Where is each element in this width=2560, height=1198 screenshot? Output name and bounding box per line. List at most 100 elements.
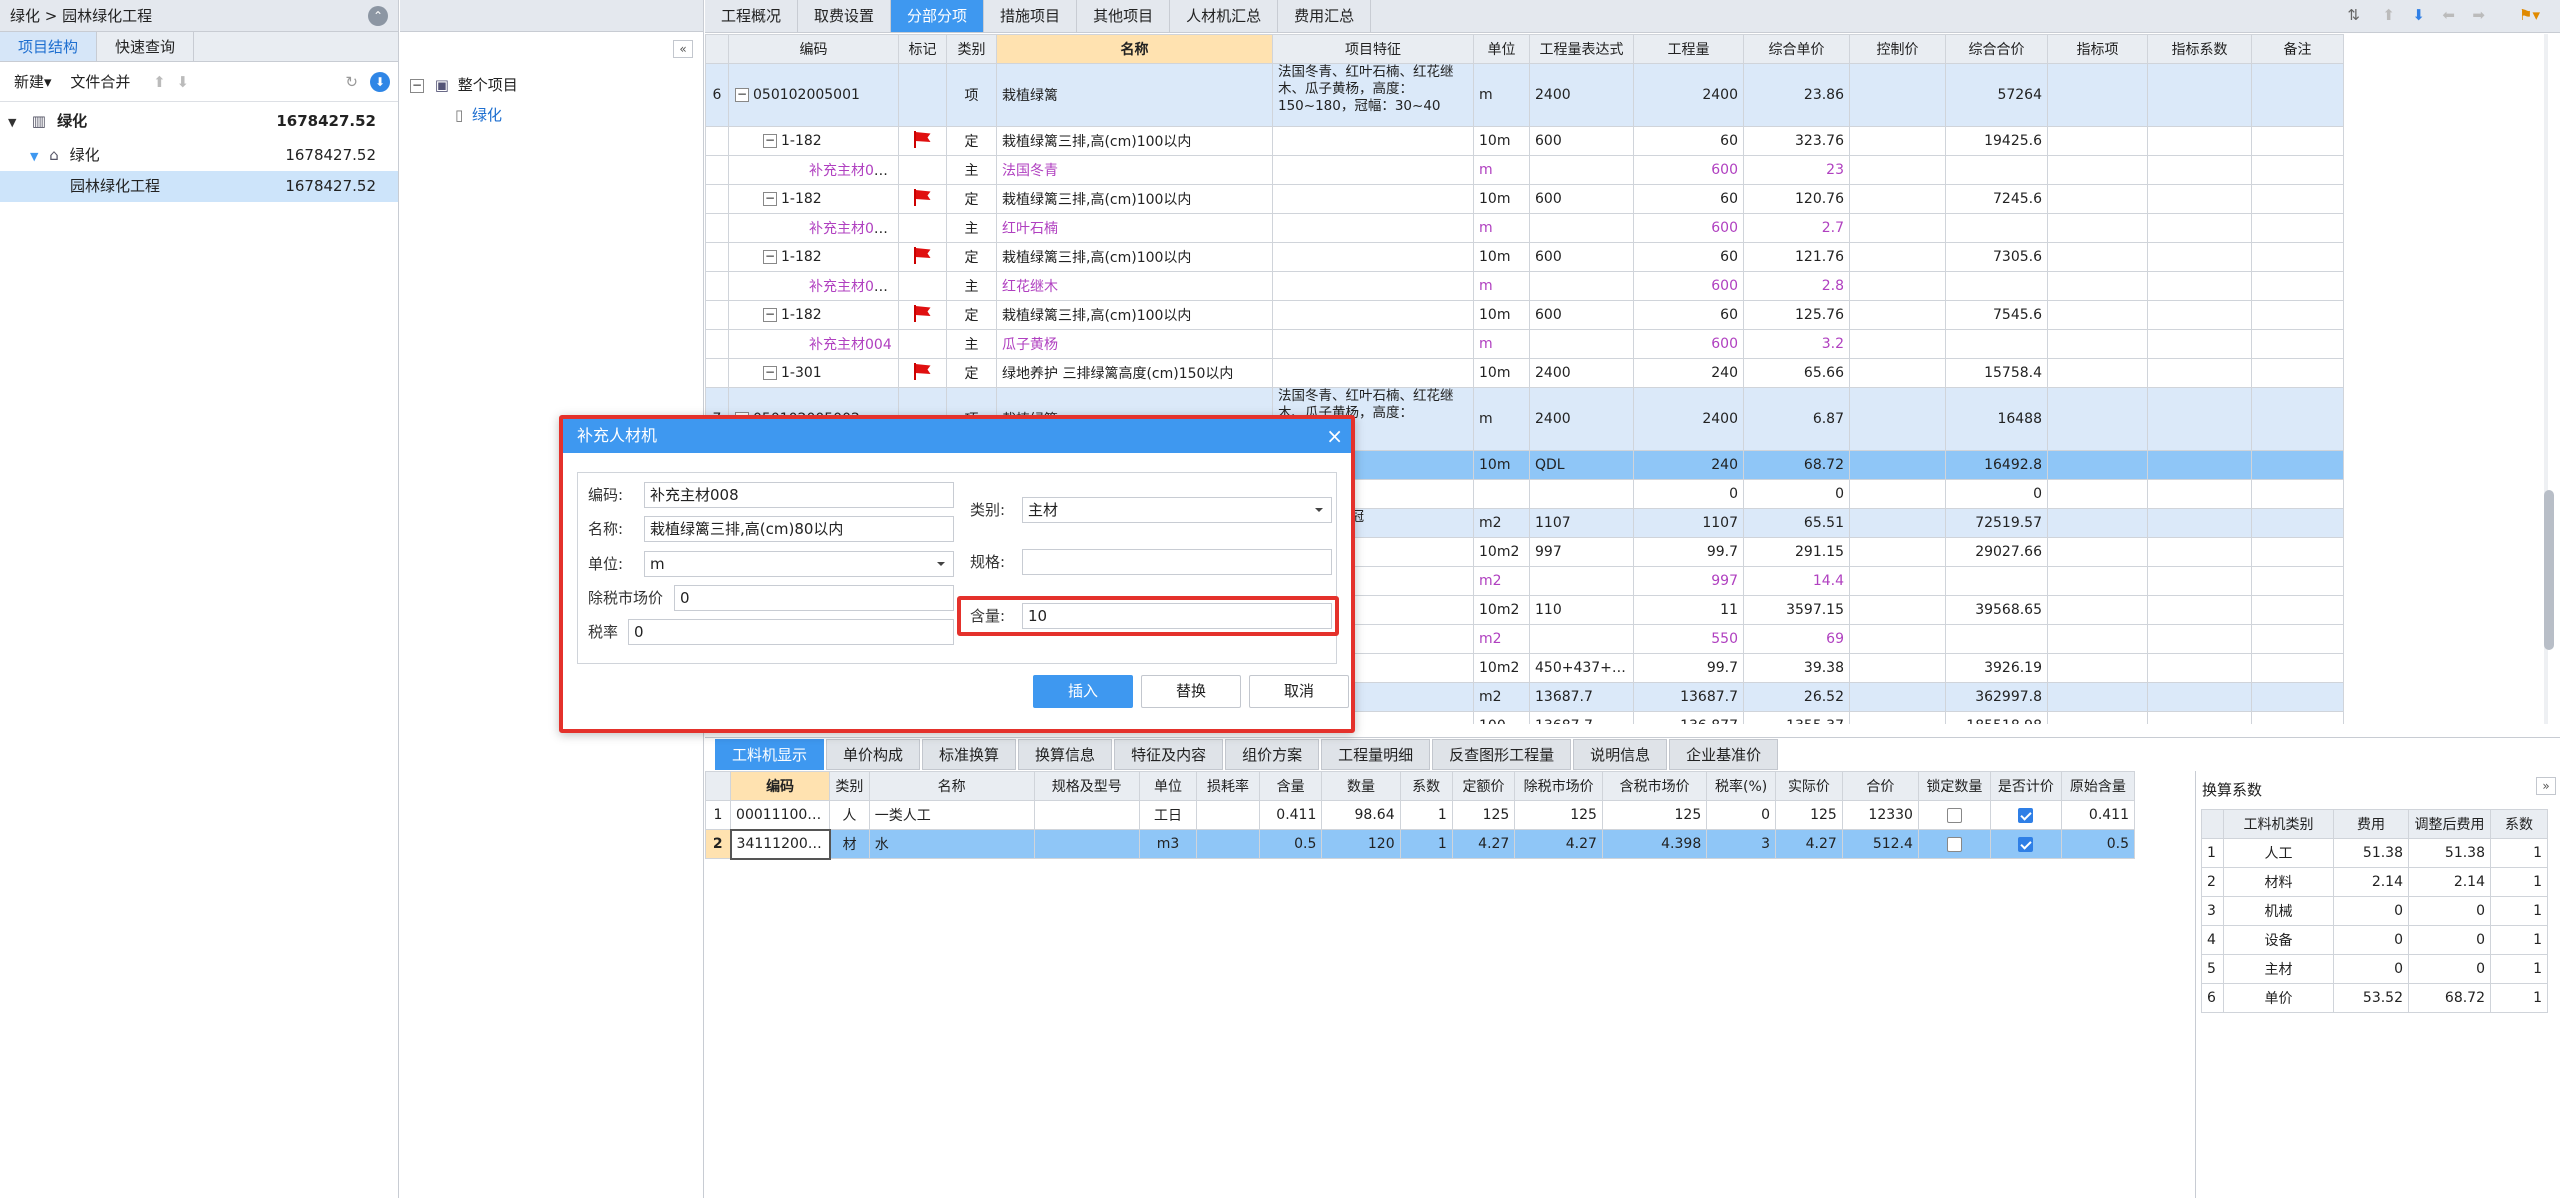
cell-indicator[interactable] bbox=[2047, 595, 2148, 625]
cell-unit[interactable]: m bbox=[1473, 387, 1530, 451]
cell-indicator[interactable] bbox=[2047, 508, 2148, 538]
cell-control-price[interactable] bbox=[1849, 566, 1946, 596]
cell-quantity[interactable]: 997 bbox=[1633, 566, 1744, 596]
bottom-col-tax-rate[interactable]: 税率(%) bbox=[1706, 771, 1777, 801]
cell-code[interactable]: −1-182 bbox=[728, 184, 899, 214]
cell-expression[interactable]: 600 bbox=[1529, 184, 1634, 214]
bottom-col-spec[interactable]: 规格及型号 bbox=[1033, 771, 1140, 801]
cell-indicator[interactable] bbox=[2047, 624, 2148, 654]
tab-labor-material-display[interactable]: 工料机显示 bbox=[715, 739, 825, 770]
replace-button[interactable]: 替换 bbox=[1141, 675, 1241, 708]
tab-fee-summary[interactable]: 费用汇总 bbox=[1278, 0, 1372, 32]
cell-expression[interactable]: 450+437+110 bbox=[1529, 653, 1634, 683]
cell-mark[interactable] bbox=[898, 329, 947, 359]
conv-cell-coef[interactable]: 1 bbox=[2490, 838, 2548, 868]
cell-ex-tax-price[interactable]: 4.27 bbox=[1514, 829, 1603, 859]
cell-code[interactable]: −1-182 bbox=[728, 126, 899, 156]
table-row[interactable]: 4 设备 0 0 1 bbox=[2201, 925, 2548, 955]
cell-unit[interactable]: m bbox=[1473, 271, 1530, 301]
cell-indicator[interactable] bbox=[2047, 300, 2148, 330]
cell-indicator-coef[interactable] bbox=[2147, 329, 2252, 359]
col-quantity[interactable]: 工程量 bbox=[1633, 34, 1744, 64]
cell-feature[interactable] bbox=[1272, 329, 1474, 359]
cell-lock-qty[interactable] bbox=[1917, 800, 1991, 830]
row-number[interactable] bbox=[705, 271, 729, 301]
cell-indicator-coef[interactable] bbox=[2147, 300, 2252, 330]
bottom-col-is-priced[interactable]: 是否计价 bbox=[1989, 771, 2062, 801]
arrow-down-icon[interactable]: ⬇ bbox=[176, 73, 189, 91]
filter-icon[interactable]: ⚑▾ bbox=[2519, 6, 2540, 24]
cell-actual-price[interactable]: 125 bbox=[1775, 800, 1843, 830]
cell-inc-tax-price[interactable]: 4.398 bbox=[1601, 829, 1708, 859]
cell-quantity[interactable]: 99.7 bbox=[1633, 653, 1744, 683]
bottom-col-base-price[interactable]: 定额价 bbox=[1451, 771, 1516, 801]
cell-unit-price[interactable]: 26.52 bbox=[1743, 682, 1850, 712]
conv-cell-coef[interactable]: 1 bbox=[2490, 896, 2548, 926]
cell-unit-price[interactable]: 121.76 bbox=[1743, 242, 1850, 272]
table-row[interactable]: 1 0001110001 人一类人工 工日 0.411 98.64 1 125 125 125 0 1… bbox=[704, 800, 2136, 830]
cell-remark[interactable] bbox=[2251, 300, 2344, 330]
cell-type[interactable]: 定 bbox=[946, 358, 997, 388]
col-code[interactable]: 编码 bbox=[728, 34, 899, 64]
bottom-col-coef[interactable]: 系数 bbox=[1399, 771, 1453, 801]
cell-expression[interactable]: 600 bbox=[1529, 300, 1634, 330]
cell-is-priced[interactable] bbox=[1989, 800, 2062, 830]
cell-feature[interactable] bbox=[1272, 242, 1474, 272]
row-number[interactable] bbox=[705, 329, 729, 359]
cell-total[interactable]: 39568.65 bbox=[1945, 595, 2048, 625]
move-right-icon[interactable]: ➡ bbox=[2472, 6, 2485, 24]
cell-mark[interactable] bbox=[898, 213, 947, 243]
cell-unit[interactable]: 10m bbox=[1473, 184, 1530, 214]
cell-remark[interactable] bbox=[2251, 624, 2344, 654]
cell-indicator[interactable] bbox=[2047, 329, 2148, 359]
cell-base-price[interactable]: 125 bbox=[1451, 800, 1516, 830]
cell-control-price[interactable] bbox=[1849, 213, 1946, 243]
cell-unit[interactable]: 10m bbox=[1473, 300, 1530, 330]
cell-control-price[interactable] bbox=[1849, 450, 1946, 480]
cell-unit-price[interactable]: 6.87 bbox=[1743, 387, 1850, 451]
cell-indicator-coef[interactable] bbox=[2147, 711, 2252, 724]
collapse-toggle-icon[interactable]: − bbox=[763, 192, 777, 206]
cell-quantity[interactable]: 99.7 bbox=[1633, 537, 1744, 567]
table-row[interactable]: −1-182 定栽植绿篱三排,高(cm)100以内 10m 600 60 125.76 75… bbox=[705, 300, 2344, 330]
cell-expression[interactable]: 600 bbox=[1529, 242, 1634, 272]
table-row[interactable]: −1-182 定栽植绿篱三排,高(cm)100以内 10m 600 60 323.76 19… bbox=[705, 126, 2344, 156]
row-number[interactable] bbox=[705, 126, 729, 156]
cell-indicator[interactable] bbox=[2047, 450, 2148, 480]
cell-remark[interactable] bbox=[2251, 711, 2344, 724]
cell-unit-price[interactable]: 3597.15 bbox=[1743, 595, 1850, 625]
tab-enterprise-price[interactable]: 企业基准价 bbox=[1669, 739, 1779, 770]
cell-quantity[interactable]: 600 bbox=[1633, 271, 1744, 301]
table-row[interactable]: −1-182 定栽植绿篱三排,高(cm)100以内 10m 600 60 120.76 72… bbox=[705, 184, 2344, 214]
cell-expression[interactable]: 2400 bbox=[1529, 387, 1634, 451]
cell-name[interactable]: 绿地养护 三排绿篱高度(cm)150以内 bbox=[996, 358, 1273, 388]
cell-remark[interactable] bbox=[2251, 126, 2344, 156]
cell-indicator-coef[interactable] bbox=[2147, 450, 2252, 480]
cell-control-price[interactable] bbox=[1849, 329, 1946, 359]
cell-type[interactable]: 主 bbox=[946, 213, 997, 243]
cell-expression[interactable]: 110 bbox=[1529, 595, 1634, 625]
price-input[interactable]: 0 bbox=[674, 585, 954, 611]
collapse-toggle-icon[interactable]: − bbox=[763, 366, 777, 380]
cell-remark[interactable] bbox=[2251, 508, 2344, 538]
conv-cell-coef[interactable]: 1 bbox=[2490, 867, 2548, 897]
cell-indicator-coef[interactable] bbox=[2147, 624, 2252, 654]
cell-name[interactable]: 栽植绿篱三排,高(cm)100以内 bbox=[996, 126, 1273, 156]
cell-mark[interactable] bbox=[898, 300, 947, 330]
cell-unit[interactable]: 100m2 bbox=[1473, 711, 1530, 724]
cell-code[interactable]: 补充主材004 bbox=[728, 329, 899, 359]
close-icon[interactable]: × bbox=[1326, 419, 1343, 453]
cell-name[interactable]: 红花继木 bbox=[996, 271, 1273, 301]
cell-name[interactable]: 水 bbox=[868, 829, 1035, 859]
cell-qty[interactable]: 98.64 bbox=[1321, 800, 1401, 830]
cell-total[interactable] bbox=[1945, 566, 2048, 596]
cell-indicator[interactable] bbox=[2047, 155, 2148, 185]
cell-unit[interactable]: 10m bbox=[1473, 358, 1530, 388]
cell-mark[interactable] bbox=[898, 63, 947, 127]
cell-unit[interactable]: 10m2 bbox=[1473, 595, 1530, 625]
cell-unit-price[interactable]: 323.76 bbox=[1743, 126, 1850, 156]
sort-icon[interactable]: ⇅ bbox=[2347, 6, 2360, 24]
cell-content[interactable]: 0.411 bbox=[1258, 800, 1323, 830]
col-remark[interactable]: 备注 bbox=[2251, 34, 2344, 64]
expand-panel-icon[interactable]: » bbox=[2536, 777, 2556, 795]
